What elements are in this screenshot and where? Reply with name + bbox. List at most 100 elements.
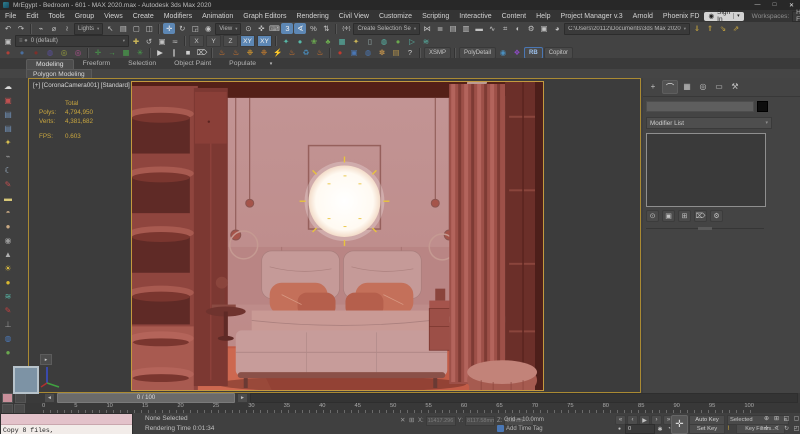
- tab-utilities[interactable]: ⚒: [728, 80, 742, 92]
- zoom-extents-icon[interactable]: ◱: [782, 414, 791, 423]
- flyout-arrow-button[interactable]: ▸: [40, 354, 52, 365]
- menu-item[interactable]: Content: [497, 13, 532, 20]
- list-icon[interactable]: ▤: [3, 108, 14, 120]
- polygon-modeling-panel[interactable]: Polygon Modeling: [26, 69, 92, 79]
- pan-icon[interactable]: ✛: [762, 424, 771, 433]
- tab-modify[interactable]: ⌒: [662, 80, 678, 94]
- minimize-button[interactable]: —: [749, 0, 766, 10]
- x-field[interactable]: 11417.296: [426, 416, 456, 426]
- layer-tool-icon[interactable]: ▣: [156, 36, 168, 47]
- help-icon[interactable]: ?: [404, 47, 416, 58]
- globe-tool-icon[interactable]: ◍: [362, 47, 374, 58]
- globe-icon[interactable]: ◍: [3, 332, 14, 344]
- show-end-result-button[interactable]: ▣: [662, 210, 675, 222]
- file-tool-icon[interactable]: ⇓: [691, 23, 703, 34]
- tab-display[interactable]: ▭: [712, 80, 726, 92]
- orbit-icon[interactable]: ↻: [782, 424, 791, 433]
- mirror-icon[interactable]: ⋈: [421, 23, 433, 34]
- current-frame-field[interactable]: 0: [625, 424, 655, 434]
- cloud-icon[interactable]: ☁: [3, 80, 14, 92]
- sphere-icon[interactable]: ●: [3, 276, 14, 288]
- scale-icon[interactable]: ◲: [189, 23, 201, 34]
- pin-stack-button[interactable]: ⊙: [646, 210, 659, 222]
- scene-tool-icon[interactable]: ♣: [322, 36, 334, 47]
- layer-manager-icon[interactable]: ▣: [2, 36, 14, 47]
- selection-lock-icon[interactable]: ✕: [400, 416, 405, 424]
- modifier-list-dropdown[interactable]: Modifier List ▾: [646, 117, 772, 129]
- select-by-name-icon[interactable]: ▤: [117, 23, 129, 34]
- sun-icon[interactable]: ☀: [3, 262, 14, 274]
- configure-modifier-button[interactable]: ⚙: [710, 210, 723, 222]
- dome-icon[interactable]: ◓: [3, 206, 14, 218]
- menu-item[interactable]: Views: [99, 13, 128, 20]
- key-mode-icon[interactable]: ●: [615, 425, 624, 433]
- scene-tool-icon[interactable]: ✦: [350, 36, 362, 47]
- menu-item[interactable]: Edit: [21, 13, 43, 20]
- menu-item[interactable]: Phoenix FD: [658, 13, 705, 20]
- tab-object-paint[interactable]: Object Paint: [165, 59, 220, 69]
- tab-modeling[interactable]: Modeling: [26, 59, 74, 69]
- script-tool-icon[interactable]: ●: [2, 47, 14, 58]
- tab-hierarchy[interactable]: ▦: [680, 80, 694, 92]
- list-icon[interactable]: ▤: [3, 122, 14, 134]
- tab-create[interactable]: +: [646, 80, 660, 92]
- light-icon[interactable]: ✦: [3, 136, 14, 148]
- phoenix-resim-icon[interactable]: ♻: [300, 47, 312, 58]
- menu-item[interactable]: Tools: [43, 13, 69, 20]
- plugin-icon[interactable]: ❖: [511, 47, 523, 58]
- camera-tool-icon[interactable]: ▣: [348, 47, 360, 58]
- object-color-swatch[interactable]: [757, 101, 768, 112]
- unlink-icon[interactable]: ⌀: [48, 23, 60, 34]
- tool-icon[interactable]: ●: [334, 47, 346, 58]
- ribbon-toggle-icon[interactable]: ▬: [473, 23, 485, 34]
- align-icon[interactable]: ≣: [434, 23, 446, 34]
- zoom-icon[interactable]: ⊕: [762, 414, 771, 423]
- remove-modifier-button[interactable]: ⌦: [694, 210, 707, 222]
- new-layer-icon[interactable]: ✚: [130, 36, 142, 47]
- mini-listener-icon[interactable]: [2, 393, 13, 403]
- menu-item[interactable]: Scripting: [417, 13, 454, 20]
- mini-listener-icon[interactable]: [15, 393, 26, 403]
- time-slider-handle[interactable]: 0 / 100: [57, 393, 235, 403]
- plane-icon[interactable]: ▬: [3, 192, 14, 204]
- menu-item[interactable]: Interactive: [454, 13, 496, 20]
- scene-tool-icon[interactable]: ▷: [406, 36, 418, 47]
- frame-window-icon[interactable]: ▣: [538, 23, 550, 34]
- bind-spacewarp-icon[interactable]: ≀: [61, 23, 73, 34]
- axis-y-button[interactable]: Y: [206, 35, 221, 47]
- maxscript-mini-listener[interactable]: Copy 8 files,: [0, 413, 133, 434]
- listener-line[interactable]: Copy 8 files,: [1, 425, 132, 434]
- phoenix-fire-icon[interactable]: ♨: [230, 47, 242, 58]
- macro-recorder-line[interactable]: [1, 414, 132, 425]
- named-sets-icon[interactable]: {✛}: [340, 23, 352, 34]
- move-icon[interactable]: ✛: [163, 23, 175, 34]
- script-tool-icon[interactable]: ●: [16, 47, 28, 58]
- add-time-tag[interactable]: Add Time Tag: [497, 425, 543, 432]
- plugin-icon[interactable]: ◉: [497, 47, 509, 58]
- phoenix-fire-icon[interactable]: ♨: [314, 47, 326, 58]
- selection-region-icon[interactable]: ▢: [130, 23, 142, 34]
- sign-in-button[interactable]: ◉ Sign In ▾: [704, 12, 743, 21]
- phoenix-splash-icon[interactable]: ❉: [244, 47, 256, 58]
- menu-item[interactable]: Rendering: [291, 13, 333, 20]
- restore-button[interactable]: □: [766, 0, 783, 10]
- phoenix-fire-icon[interactable]: ♨: [216, 47, 228, 58]
- schematic-view-icon[interactable]: ⌗: [499, 23, 511, 34]
- zoom-region-icon[interactable]: ▢: [792, 414, 800, 423]
- tab-populate[interactable]: Populate: [220, 59, 265, 69]
- track-bar-ruler[interactable]: 0510152025303540455055606570758085909510…: [43, 403, 755, 413]
- scene-tool-icon[interactable]: ≋: [420, 36, 432, 47]
- curve-editor-icon[interactable]: ∿: [486, 23, 498, 34]
- layer-tool-icon[interactable]: ↺: [143, 36, 155, 47]
- axis-xy-button[interactable]: XY: [240, 35, 255, 47]
- pen-icon[interactable]: ✎: [3, 304, 14, 316]
- select-object-icon[interactable]: ↖: [104, 23, 116, 34]
- angle-snap-icon[interactable]: ∢: [294, 23, 306, 34]
- coordinate-system-dropdown[interactable]: View▾: [215, 23, 241, 35]
- script-tool-icon[interactable]: ◍: [44, 47, 56, 58]
- rotate-icon[interactable]: ↻: [176, 23, 188, 34]
- file-tool-icon[interactable]: ⇗: [730, 23, 742, 34]
- phoenix-fire-icon[interactable]: ♨: [286, 47, 298, 58]
- selection-filter-dropdown[interactable]: Lights▾: [74, 23, 103, 35]
- brush-icon[interactable]: ✎: [3, 178, 14, 190]
